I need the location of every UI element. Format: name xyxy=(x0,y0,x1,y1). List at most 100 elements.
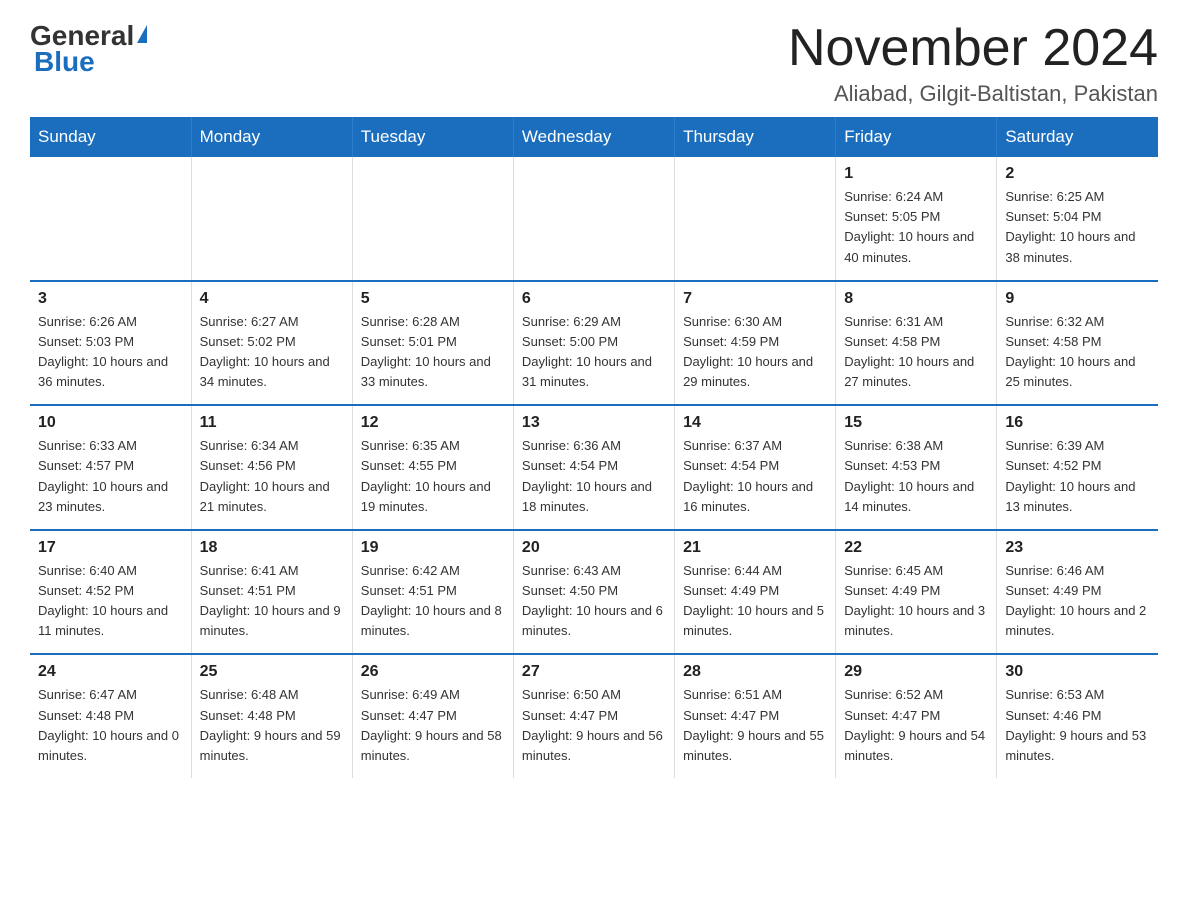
day-number: 25 xyxy=(200,663,344,681)
calendar-cell: 25 Sunrise: 6:48 AM Sunset: 4:48 PM Dayli… xyxy=(191,654,352,778)
day-number: 6 xyxy=(522,290,666,308)
calendar-cell: 8 Sunrise: 6:31 AM Sunset: 4:58 PM Daylig… xyxy=(836,281,997,406)
day-info: Sunrise: 6:36 AM Sunset: 4:54 PM Dayligh… xyxy=(522,436,666,517)
page-header: General Blue November 2024 Aliabad, Gilg… xyxy=(30,20,1158,107)
day-number: 5 xyxy=(361,290,505,308)
calendar-cell: 22 Sunrise: 6:45 AM Sunset: 4:49 PM Dayli… xyxy=(836,530,997,655)
header-tuesday: Tuesday xyxy=(352,117,513,157)
calendar-cell: 24Sunrise: 6:47 AM Sunset: 4:48 PM Dayli… xyxy=(30,654,191,778)
day-number: 17 xyxy=(38,539,183,557)
day-info: Sunrise: 6:31 AM Sunset: 4:58 PM Dayligh… xyxy=(844,312,988,393)
day-number: 16 xyxy=(1005,414,1150,432)
day-number: 29 xyxy=(844,663,988,681)
day-number: 26 xyxy=(361,663,505,681)
header-thursday: Thursday xyxy=(675,117,836,157)
day-info: Sunrise: 6:34 AM Sunset: 4:56 PM Dayligh… xyxy=(200,436,344,517)
day-number: 4 xyxy=(200,290,344,308)
calendar-cell: 18Sunrise: 6:41 AM Sunset: 4:51 PM Dayli… xyxy=(191,530,352,655)
day-number: 2 xyxy=(1005,165,1150,183)
day-number: 21 xyxy=(683,539,827,557)
day-number: 7 xyxy=(683,290,827,308)
day-number: 28 xyxy=(683,663,827,681)
day-info: Sunrise: 6:26 AM Sunset: 5:03 PM Dayligh… xyxy=(38,312,183,393)
calendar-cell: 1 Sunrise: 6:24 AM Sunset: 5:05 PM Daylig… xyxy=(836,157,997,281)
calendar-week-5: 24Sunrise: 6:47 AM Sunset: 4:48 PM Dayli… xyxy=(30,654,1158,778)
day-info: Sunrise: 6:35 AM Sunset: 4:55 PM Dayligh… xyxy=(361,436,505,517)
day-info: Sunrise: 6:29 AM Sunset: 5:00 PM Dayligh… xyxy=(522,312,666,393)
title-block: November 2024 Aliabad, Gilgit-Baltistan,… xyxy=(788,20,1158,107)
day-info: Sunrise: 6:48 AM Sunset: 4:48 PM Dayligh… xyxy=(200,685,344,766)
header-monday: Monday xyxy=(191,117,352,157)
header-sunday: Sunday xyxy=(30,117,191,157)
day-number: 15 xyxy=(844,414,988,432)
day-info: Sunrise: 6:24 AM Sunset: 5:05 PM Dayligh… xyxy=(844,187,988,268)
day-info: Sunrise: 6:50 AM Sunset: 4:47 PM Dayligh… xyxy=(522,685,666,766)
calendar-cell xyxy=(513,157,674,281)
calendar-cell: 26 Sunrise: 6:49 AM Sunset: 4:47 PM Dayli… xyxy=(352,654,513,778)
calendar-subtitle: Aliabad, Gilgit-Baltistan, Pakistan xyxy=(788,81,1158,107)
day-number: 9 xyxy=(1005,290,1150,308)
calendar-cell: 30Sunrise: 6:53 AM Sunset: 4:46 PM Dayli… xyxy=(997,654,1158,778)
day-info: Sunrise: 6:46 AM Sunset: 4:49 PM Dayligh… xyxy=(1005,561,1150,642)
calendar-cell: 20 Sunrise: 6:43 AM Sunset: 4:50 PM Dayli… xyxy=(513,530,674,655)
day-number: 23 xyxy=(1005,539,1150,557)
day-number: 3 xyxy=(38,290,183,308)
day-number: 22 xyxy=(844,539,988,557)
day-info: Sunrise: 6:47 AM Sunset: 4:48 PM Dayligh… xyxy=(38,685,183,766)
day-number: 20 xyxy=(522,539,666,557)
day-number: 12 xyxy=(361,414,505,432)
calendar-cell: 3 Sunrise: 6:26 AM Sunset: 5:03 PM Daylig… xyxy=(30,281,191,406)
calendar-cell: 14 Sunrise: 6:37 AM Sunset: 4:54 PM Dayli… xyxy=(675,405,836,530)
logo-arrow-icon xyxy=(137,25,147,43)
day-info: Sunrise: 6:52 AM Sunset: 4:47 PM Dayligh… xyxy=(844,685,988,766)
calendar-cell: 4Sunrise: 6:27 AM Sunset: 5:02 PM Daylig… xyxy=(191,281,352,406)
calendar-week-1: 1 Sunrise: 6:24 AM Sunset: 5:05 PM Daylig… xyxy=(30,157,1158,281)
day-info: Sunrise: 6:41 AM Sunset: 4:51 PM Dayligh… xyxy=(200,561,344,642)
calendar-cell: 17 Sunrise: 6:40 AM Sunset: 4:52 PM Dayli… xyxy=(30,530,191,655)
calendar-cell: 19Sunrise: 6:42 AM Sunset: 4:51 PM Dayli… xyxy=(352,530,513,655)
day-number: 1 xyxy=(844,165,988,183)
calendar-cell: 5 Sunrise: 6:28 AM Sunset: 5:01 PM Daylig… xyxy=(352,281,513,406)
day-info: Sunrise: 6:39 AM Sunset: 4:52 PM Dayligh… xyxy=(1005,436,1150,517)
calendar-cell: 15 Sunrise: 6:38 AM Sunset: 4:53 PM Dayli… xyxy=(836,405,997,530)
header-wednesday: Wednesday xyxy=(513,117,674,157)
day-number: 13 xyxy=(522,414,666,432)
calendar-week-3: 10 Sunrise: 6:33 AM Sunset: 4:57 PM Dayli… xyxy=(30,405,1158,530)
header-saturday: Saturday xyxy=(997,117,1158,157)
day-info: Sunrise: 6:40 AM Sunset: 4:52 PM Dayligh… xyxy=(38,561,183,642)
calendar-cell xyxy=(30,157,191,281)
day-info: Sunrise: 6:51 AM Sunset: 4:47 PM Dayligh… xyxy=(683,685,827,766)
day-info: Sunrise: 6:30 AM Sunset: 4:59 PM Dayligh… xyxy=(683,312,827,393)
day-number: 19 xyxy=(361,539,505,557)
calendar-table: SundayMondayTuesdayWednesdayThursdayFrid… xyxy=(30,117,1158,778)
calendar-cell: 27 Sunrise: 6:50 AM Sunset: 4:47 PM Dayli… xyxy=(513,654,674,778)
logo-blue-text: Blue xyxy=(34,46,95,78)
day-number: 8 xyxy=(844,290,988,308)
day-info: Sunrise: 6:43 AM Sunset: 4:50 PM Dayligh… xyxy=(522,561,666,642)
calendar-cell: 21Sunrise: 6:44 AM Sunset: 4:49 PM Dayli… xyxy=(675,530,836,655)
calendar-cell xyxy=(675,157,836,281)
day-number: 10 xyxy=(38,414,183,432)
calendar-cell: 12 Sunrise: 6:35 AM Sunset: 4:55 PM Dayli… xyxy=(352,405,513,530)
calendar-cell: 9 Sunrise: 6:32 AM Sunset: 4:58 PM Daylig… xyxy=(997,281,1158,406)
day-info: Sunrise: 6:25 AM Sunset: 5:04 PM Dayligh… xyxy=(1005,187,1150,268)
day-number: 30 xyxy=(1005,663,1150,681)
header-friday: Friday xyxy=(836,117,997,157)
day-info: Sunrise: 6:32 AM Sunset: 4:58 PM Dayligh… xyxy=(1005,312,1150,393)
calendar-week-4: 17 Sunrise: 6:40 AM Sunset: 4:52 PM Dayli… xyxy=(30,530,1158,655)
day-number: 14 xyxy=(683,414,827,432)
day-info: Sunrise: 6:33 AM Sunset: 4:57 PM Dayligh… xyxy=(38,436,183,517)
calendar-cell xyxy=(352,157,513,281)
day-info: Sunrise: 6:28 AM Sunset: 5:01 PM Dayligh… xyxy=(361,312,505,393)
calendar-cell: 23 Sunrise: 6:46 AM Sunset: 4:49 PM Dayli… xyxy=(997,530,1158,655)
calendar-header-row: SundayMondayTuesdayWednesdayThursdayFrid… xyxy=(30,117,1158,157)
calendar-week-2: 3 Sunrise: 6:26 AM Sunset: 5:03 PM Daylig… xyxy=(30,281,1158,406)
calendar-cell: 10 Sunrise: 6:33 AM Sunset: 4:57 PM Dayli… xyxy=(30,405,191,530)
day-info: Sunrise: 6:45 AM Sunset: 4:49 PM Dayligh… xyxy=(844,561,988,642)
day-info: Sunrise: 6:38 AM Sunset: 4:53 PM Dayligh… xyxy=(844,436,988,517)
day-number: 27 xyxy=(522,663,666,681)
calendar-cell: 11Sunrise: 6:34 AM Sunset: 4:56 PM Dayli… xyxy=(191,405,352,530)
calendar-cell: 29 Sunrise: 6:52 AM Sunset: 4:47 PM Dayli… xyxy=(836,654,997,778)
day-info: Sunrise: 6:49 AM Sunset: 4:47 PM Dayligh… xyxy=(361,685,505,766)
day-info: Sunrise: 6:37 AM Sunset: 4:54 PM Dayligh… xyxy=(683,436,827,517)
